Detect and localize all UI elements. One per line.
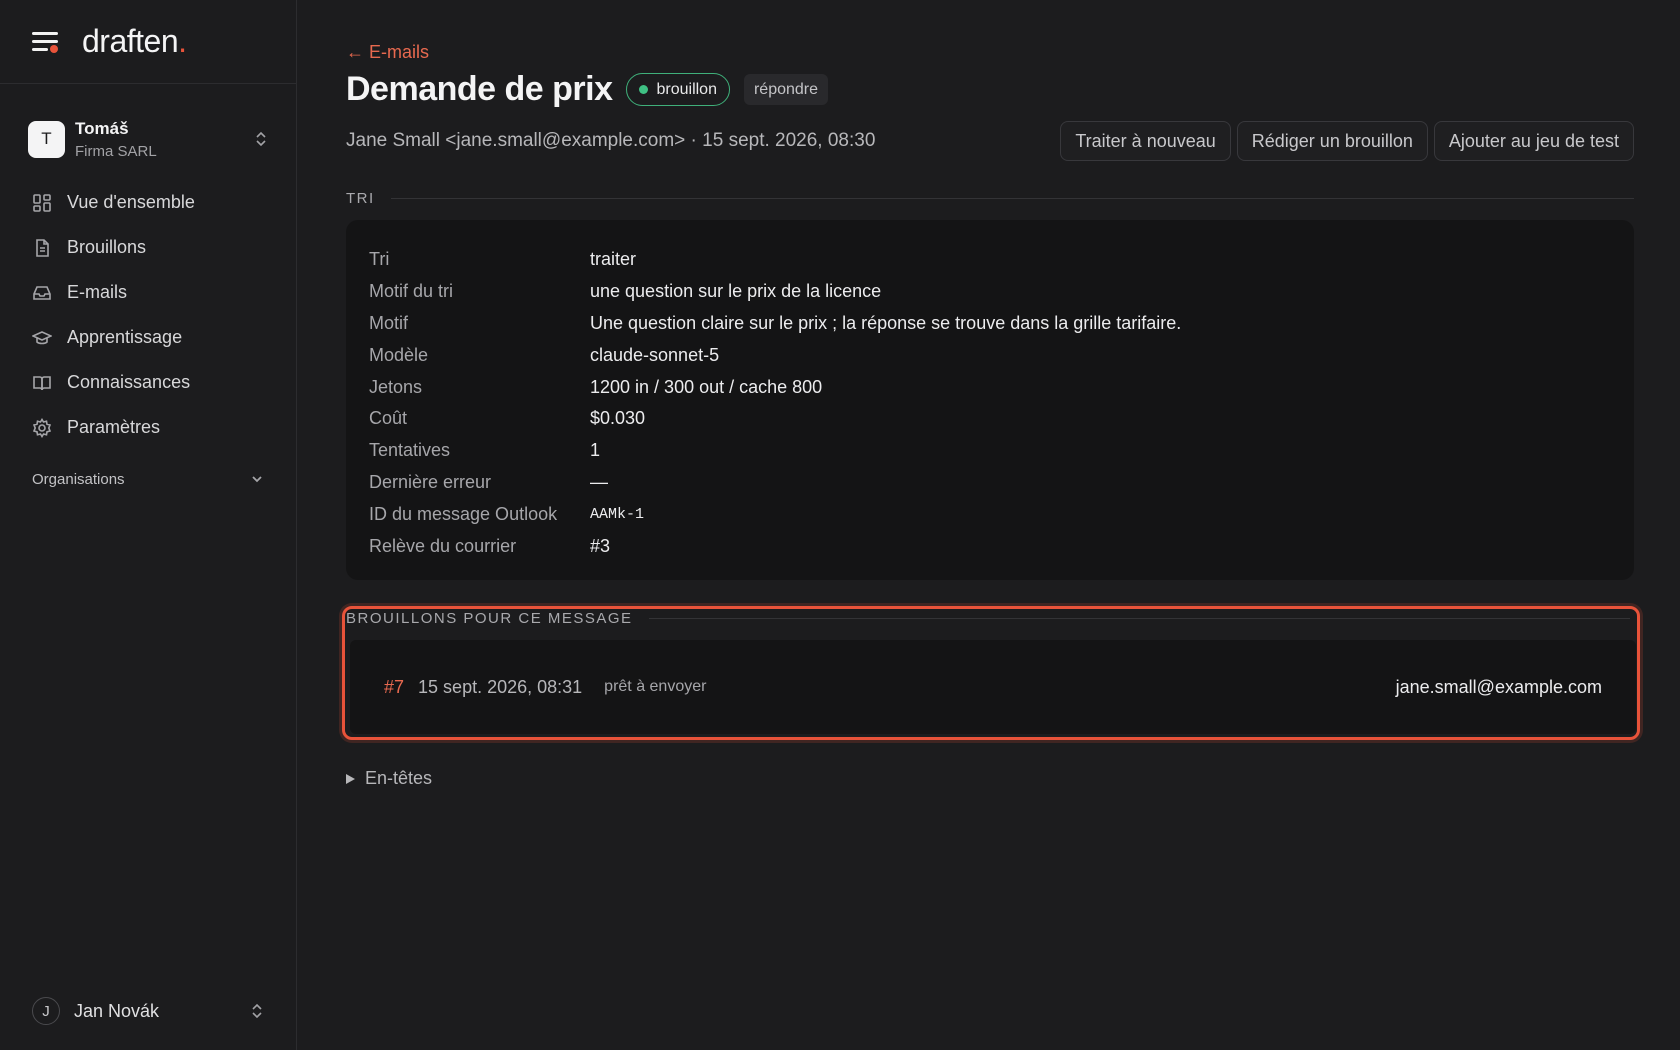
divider	[390, 198, 1634, 199]
section-label: Organisations	[32, 470, 125, 488]
email-meta: Jane Small <jane.small@example.com> · 15…	[346, 130, 876, 151]
nav-item-label: Brouillons	[67, 237, 147, 257]
draft-date: 15 sept. 2026, 08:31	[418, 676, 583, 697]
gear-icon	[32, 417, 52, 438]
nav-item-overview[interactable]: Vue d'ensemble	[0, 180, 296, 225]
status-dot-icon	[639, 85, 649, 94]
reprocess-button[interactable]: Traiter à nouveau	[1060, 121, 1231, 161]
org-subtitle: Firma SARL	[75, 142, 157, 160]
menu-icon[interactable]	[32, 30, 60, 54]
triangle-right-icon	[346, 773, 355, 784]
organisations-section-toggle[interactable]: Organisations	[32, 464, 264, 494]
draft-id-link[interactable]: #7	[384, 677, 404, 698]
main-nav: Vue d'ensemble Brouillons E-mails Appren…	[0, 180, 296, 450]
avatar: J	[32, 997, 60, 1025]
inbox-icon	[33, 285, 51, 300]
nav-item-label: Paramètres	[67, 417, 161, 437]
chevron-down-icon	[252, 476, 262, 483]
status-badge: brouillon	[626, 73, 730, 106]
nav-item-emails[interactable]: E-mails	[0, 270, 296, 315]
chevron-up-down-icon	[252, 1003, 262, 1019]
nav-item-drafts[interactable]: Brouillons	[0, 225, 296, 270]
nav-item-label: Vue d'ensemble	[67, 192, 195, 212]
document-icon	[36, 238, 49, 257]
user-name: Jan Novák	[74, 1000, 160, 1021]
draft-recipient: jane.small@example.com	[1395, 676, 1602, 697]
chevron-up-down-icon	[256, 131, 266, 147]
divider	[648, 618, 1630, 619]
book-icon	[33, 375, 51, 390]
detail-row: Coût $0.030	[369, 408, 646, 429]
brand-logo[interactable]: draften.	[82, 23, 187, 60]
nav-item-knowledge[interactable]: Connaissances	[0, 360, 296, 405]
grid-icon	[33, 193, 51, 212]
triage-section-header: TRI	[346, 190, 1634, 207]
headers-disclosure-toggle[interactable]: En-têtes	[346, 768, 432, 789]
detail-row: Relève du courrier #3	[369, 535, 611, 556]
detail-row: Tri traiter	[369, 249, 637, 270]
nav-item-learning[interactable]: Apprentissage	[0, 315, 296, 360]
write-draft-button[interactable]: Rédiger un brouillon	[1236, 121, 1428, 161]
drafts-section-header: BROUILLONS POUR CE MESSAGE	[346, 610, 1630, 627]
nav-item-label: E-mails	[67, 282, 128, 302]
org-switcher[interactable]: T Tomáš Firma SARL	[28, 114, 268, 164]
nav-item-label: Apprentissage	[67, 327, 183, 347]
graduation-cap-icon	[32, 330, 52, 344]
type-badge: répondre	[743, 74, 829, 105]
detail-row: Jetons 1200 in / 300 out / cache 800	[369, 376, 823, 397]
detail-row: Dernière erreur —	[369, 471, 608, 492]
draft-status: prêt à envoyer	[604, 678, 707, 695]
add-to-test-set-button[interactable]: Ajouter au jeu de test	[1433, 121, 1634, 161]
brand-header: draften.	[0, 0, 296, 84]
detail-row: ID du message Outlook AAMk-1	[369, 503, 645, 524]
sidebar: draften. T Tomáš Firma SARL Vue d'ensemb…	[0, 0, 297, 1050]
action-buttons: Traiter à nouveau Rédiger un brouillon A…	[1060, 121, 1634, 161]
back-to-emails-link[interactable]: ← E-mails	[346, 42, 429, 63]
nav-item-settings[interactable]: Paramètres	[0, 405, 296, 450]
org-avatar: T	[28, 120, 65, 158]
detail-row: Modèle claude-sonnet-5	[369, 344, 720, 365]
detail-row: Tentatives 1	[369, 440, 601, 461]
user-menu[interactable]: J Jan Novák	[32, 994, 264, 1028]
page-title: Demande de prix	[346, 70, 613, 108]
detail-row: Motif Une question claire sur le prix ; …	[369, 312, 1182, 333]
detail-row: Motif du tri une question sur le prix de…	[369, 281, 882, 302]
draft-list-item[interactable]: #7 15 sept. 2026, 08:31 prêt à envoyer j…	[350, 640, 1636, 734]
org-name: Tomáš	[75, 118, 129, 138]
triage-details-card: Tri traiter Motif du tri une question su…	[346, 220, 1634, 580]
nav-item-label: Connaissances	[67, 372, 191, 392]
title-row: Demande de prix brouillon répondre	[346, 70, 829, 109]
